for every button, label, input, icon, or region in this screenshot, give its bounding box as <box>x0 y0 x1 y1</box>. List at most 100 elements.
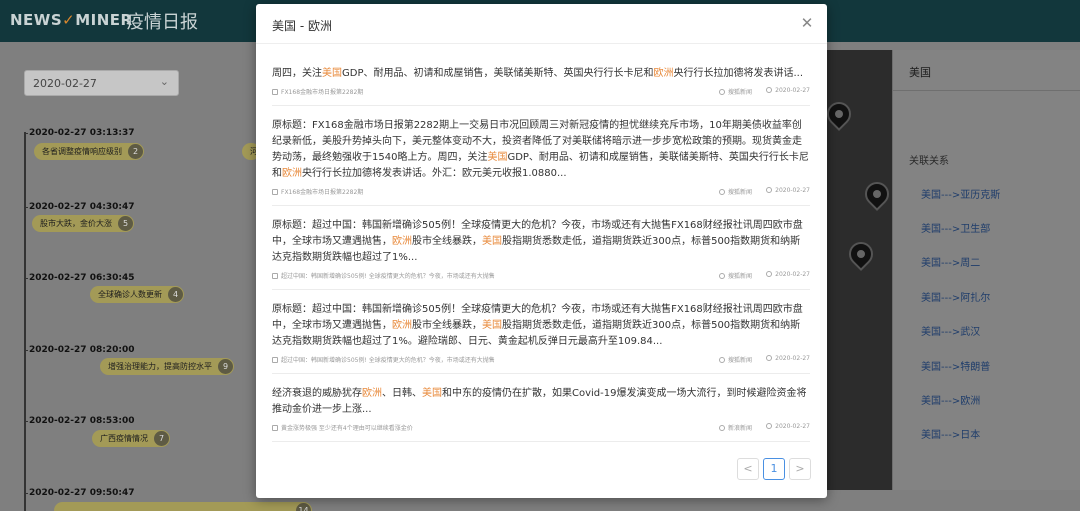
clock-icon <box>766 271 773 277</box>
snippet-text: GDP、耐用品、初请和成屋销售，美联储美斯特、英国央行行长卡尼和 <box>342 68 654 79</box>
timeline-line <box>24 132 26 511</box>
news-meta: 超过中国：韩国新增确诊505例! 全球疫情更大的危机？今夜，市场或还有大抛售 搜狐… <box>272 269 810 283</box>
relation-link[interactable]: 美国--->武汉 <box>921 323 980 338</box>
modal-title: 美国 - 欧洲 <box>272 19 332 33</box>
document-icon <box>272 89 278 95</box>
news-publisher: 搜狐新闻 <box>718 271 752 280</box>
snippet-text: 周四，关注 <box>272 68 322 79</box>
modal-header: 美国 - 欧洲 ✕ <box>256 4 827 44</box>
relation-link[interactable]: 美国--->卫生部 <box>921 220 990 235</box>
highlight-keyword: 欧洲 <box>653 68 674 79</box>
map-pin-icon[interactable] <box>822 97 856 131</box>
relation-link[interactable]: 美国--->欧洲 <box>921 392 980 407</box>
event-chip[interactable]: 各省调整疫情响应级别 2 <box>34 143 144 160</box>
news-item[interactable]: 原标题：超过中国：韩国新增确诊505例！全球疫情更大的危机？今夜，市场或还有大抛… <box>272 302 810 374</box>
news-meta: 超过中国：韩国新增确诊505例! 全球疫情更大的危机？今夜，市场或还有大抛售 搜狐… <box>272 353 810 367</box>
relations-heading: 关联关系 <box>909 156 949 167</box>
news-snippet[interactable]: 原标题：超过中国：韩国新增确诊505例！全球疫情更大的危机？今夜，市场或还有大抛… <box>272 218 810 266</box>
count-badge: 7 <box>154 431 169 446</box>
relation-link[interactable]: 美国--->阿扎尔 <box>921 289 990 304</box>
count-badge: 9 <box>218 359 233 374</box>
publisher-icon <box>718 189 725 195</box>
news-item[interactable]: 原标题：超过中国：韩国新增确诊505例！全球疫情更大的危机？今夜，市场或还有大抛… <box>272 218 810 290</box>
publisher-icon <box>718 357 725 363</box>
clock-icon <box>766 187 773 193</box>
snippet-text: 央行行长拉加德将发表讲话。外汇：欧元美元收报1.0880... <box>302 168 567 179</box>
date-select[interactable]: 2020-02-27 ⌄ <box>24 70 179 96</box>
highlight-keyword: 欧洲 <box>392 320 412 331</box>
news-date: 2020-02-27 <box>766 87 810 94</box>
relation-link[interactable]: 美国--->特朗普 <box>921 358 990 373</box>
relation-link[interactable]: 美国--->亚历克斯 <box>921 186 1000 201</box>
highlight-keyword: 美国 <box>482 320 502 331</box>
app-title: 疫情日报 <box>126 12 198 33</box>
news-snippet[interactable]: 原标题：FX168金融市场日报第2282期上一交易日市况回顾周三对新冠疫情的担忧… <box>272 118 810 182</box>
news-source: 黄金涨势极强 至少还有4个理由可以继续看涨金价 <box>272 423 413 432</box>
map-pin-icon[interactable] <box>844 237 878 271</box>
news-date: 2020-02-27 <box>766 355 810 362</box>
news-publisher: 搜狐新闻 <box>718 87 752 96</box>
news-item[interactable]: 原标题：FX168金融市场日报第2282期上一交易日市况回顾周三对新冠疫情的担忧… <box>272 118 810 206</box>
event-chip[interactable]: 14 <box>54 502 312 511</box>
news-source: FX168金融市场日报第2282期 <box>272 187 363 196</box>
news-source: 超过中国：韩国新增确诊505例! 全球疫情更大的危机？今夜，市场或还有大抛售 <box>272 271 495 280</box>
relation-link[interactable]: 美国--->日本 <box>921 426 980 441</box>
count-badge: 14 <box>296 503 311 511</box>
snippet-text: 央行行长拉加德将发表讲话... <box>673 68 804 79</box>
relation-link[interactable]: 美国--->周二 <box>921 254 980 269</box>
event-chip[interactable]: 全球确诊人数更新 4 <box>90 286 184 303</box>
highlight-keyword: 美国 <box>322 68 342 79</box>
snippet-text: 经济衰退的威胁犹存 <box>272 388 362 399</box>
news-snippet[interactable]: 经济衰退的威胁犹存欧洲、日韩、美国和中东的疫情仍在扩散，如果Covid-19爆发… <box>272 386 810 418</box>
news-item[interactable]: 经济衰退的威胁犹存欧洲、日韩、美国和中东的疫情仍在扩散，如果Covid-19爆发… <box>272 386 810 442</box>
document-icon <box>272 357 278 363</box>
news-snippet[interactable]: 原标题：超过中国：韩国新增确诊505例！全球疫情更大的危机？今夜，市场或还有大抛… <box>272 302 810 350</box>
document-icon <box>272 189 278 195</box>
news-snippet[interactable]: 周四，关注美国GDP、耐用品、初请和成屋销售，美联储美斯特、英国央行行长卡尼和欧… <box>272 66 810 82</box>
count-badge: 4 <box>168 287 183 302</box>
news-publisher: 搜狐新闻 <box>718 355 752 364</box>
clock-icon <box>766 423 773 429</box>
map-pin-icon[interactable] <box>860 177 894 211</box>
logo: NEWS✓MINER <box>10 11 133 29</box>
news-item[interactable]: 周四，关注美国GDP、耐用品、初请和成屋销售，美联储美斯特、英国央行行长卡尼和欧… <box>272 66 810 106</box>
event-chip[interactable]: 增强治理能力，提高防控水平 9 <box>100 358 234 375</box>
highlight-keyword: 美国 <box>422 388 442 399</box>
event-chip[interactable]: 广西疫情情况 7 <box>92 430 170 447</box>
news-modal: 美国 - 欧洲 ✕ 周四，关注美国GDP、耐用品、初请和成屋销售，美联储美斯特、… <box>256 4 827 498</box>
publisher-icon <box>718 425 725 431</box>
prev-page-button[interactable]: < <box>737 458 759 480</box>
event-chip[interactable]: 股市大跌，金价大涨 5 <box>32 215 134 232</box>
news-source: FX168金融市场日报第2282期 <box>272 87 363 96</box>
snippet-text: 、日韩、 <box>382 388 422 399</box>
graph-canvas[interactable] <box>822 50 894 490</box>
news-meta: 黄金涨势极强 至少还有4个理由可以继续看涨金价 新浪新闻 2020-02-27 <box>272 421 810 435</box>
snippet-text: 股市全线暴跌， <box>412 236 482 247</box>
news-list: 周四，关注美国GDP、耐用品、初请和成屋销售，美联储美斯特、英国央行行长卡尼和欧… <box>272 66 810 454</box>
count-badge: 5 <box>118 216 133 231</box>
document-icon <box>272 425 278 431</box>
right-panel: 美国 关联关系 美国--->亚历克斯 美国--->卫生部 美国--->周二 美国… <box>892 50 1080 490</box>
clock-icon <box>766 87 773 93</box>
publisher-icon <box>718 273 725 279</box>
highlight-keyword: 欧洲 <box>392 236 412 247</box>
news-meta: FX168金融市场日报第2282期 搜狐新闻 2020-02-27 <box>272 185 810 199</box>
news-date: 2020-02-27 <box>766 423 810 430</box>
news-publisher: 新浪新闻 <box>718 423 752 432</box>
chevron-down-icon: ⌄ <box>159 75 169 88</box>
news-date: 2020-02-27 <box>766 187 810 194</box>
entity-title: 美国 <box>909 66 931 79</box>
news-source: 超过中国：韩国新增确诊505例! 全球疫情更大的危机？今夜，市场或还有大抛售 <box>272 355 495 364</box>
document-icon <box>272 273 278 279</box>
news-date: 2020-02-27 <box>766 271 810 278</box>
highlight-keyword: 欧洲 <box>282 168 302 179</box>
publisher-icon <box>718 89 725 95</box>
page-1-button[interactable]: 1 <box>763 458 785 480</box>
highlight-keyword: 欧洲 <box>362 388 382 399</box>
news-meta: FX168金融市场日报第2282期 搜狐新闻 2020-02-27 <box>272 85 810 99</box>
next-page-button[interactable]: > <box>789 458 811 480</box>
close-icon[interactable]: ✕ <box>799 14 815 32</box>
count-badge: 2 <box>128 144 143 159</box>
news-publisher: 搜狐新闻 <box>718 187 752 196</box>
snippet-text: 股市全线暴跌， <box>412 320 482 331</box>
